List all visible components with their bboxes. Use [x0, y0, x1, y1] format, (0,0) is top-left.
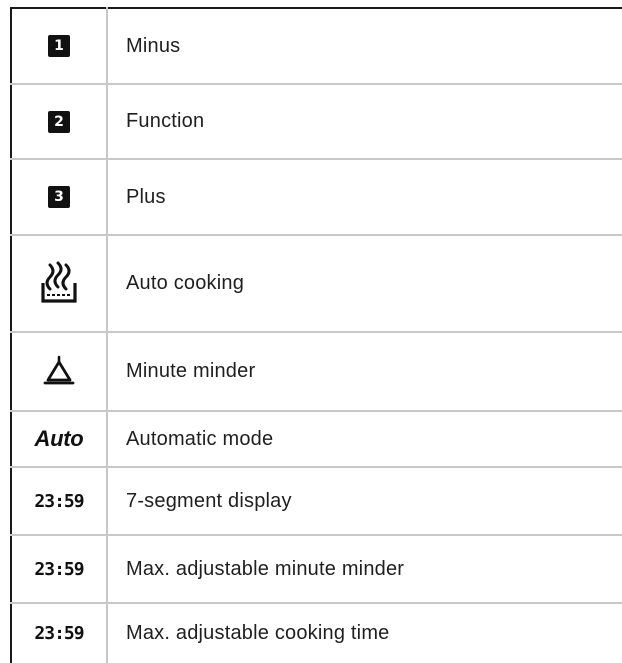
seven-segment-symbol: 23:59: [34, 558, 84, 580]
symbol-cell: [10, 235, 108, 333]
auto-mode-symbol: Auto: [34, 426, 84, 451]
bell-icon: [43, 355, 75, 384]
symbol-legend-table: 1 Minus 2 Function 3 Plus Auto cooking M…: [10, 7, 622, 663]
symbol-cell: [10, 332, 108, 412]
number-1-badge: 1: [48, 35, 70, 57]
description-cell: 7-segment display: [107, 467, 622, 536]
symbol-cell: Auto: [10, 411, 108, 468]
description-cell: Auto cooking: [107, 235, 622, 333]
description-cell: Minute minder: [107, 332, 622, 412]
table-row: 23:59 Max. adjustable minute minder: [10, 535, 622, 604]
number-3-badge: 3: [48, 186, 70, 208]
table-row: Minute minder: [10, 332, 622, 412]
table-row: Auto Automatic mode: [10, 411, 622, 468]
seven-segment-symbol: 23:59: [34, 623, 84, 644]
table-row: 1 Minus: [10, 7, 622, 85]
number-2-badge: 2: [48, 110, 70, 133]
description-cell: Function: [107, 84, 622, 160]
auto-cooking-icon: [39, 261, 79, 303]
symbol-cell: 23:59: [10, 535, 108, 604]
symbol-cell: 3: [10, 159, 108, 236]
description-cell: Plus: [107, 159, 622, 236]
seven-segment-symbol: 23:59: [34, 490, 84, 512]
description-cell: Max. adjustable cooking time: [126, 622, 390, 644]
table-row: 2 Function: [10, 84, 622, 160]
description-cell: Minus: [107, 7, 622, 85]
description-cell: Automatic mode: [107, 411, 622, 468]
table-row: Auto cooking: [10, 235, 622, 333]
symbol-cell: 2: [10, 84, 108, 160]
table-row: 23:59 Max. adjustable cooking time: [10, 603, 622, 663]
symbol-cell: 1: [10, 7, 108, 85]
table-row: 3 Plus: [10, 159, 622, 236]
symbol-cell: 23:59: [10, 603, 108, 663]
table-row: 23:59 7-segment display: [10, 467, 622, 536]
symbol-cell: 23:59: [10, 467, 108, 536]
description-cell: Max. adjustable minute minder: [107, 535, 622, 604]
